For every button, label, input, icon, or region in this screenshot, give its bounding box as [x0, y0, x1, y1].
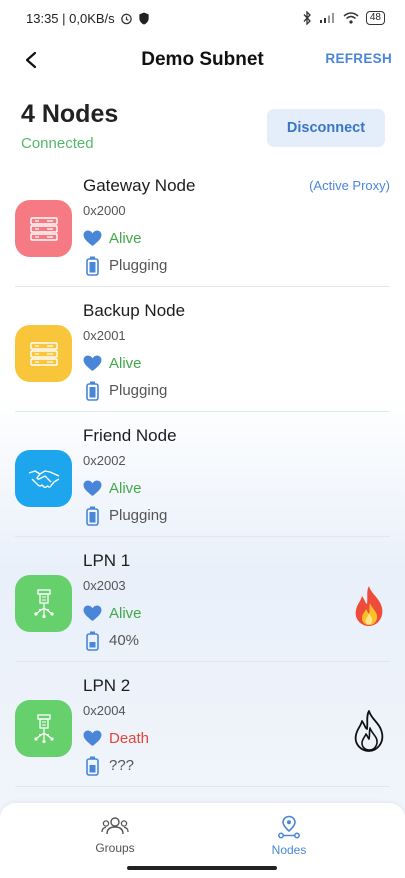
- node-name: Gateway Node: [83, 176, 196, 195]
- node-address: 0x2001: [83, 328, 126, 343]
- node-address: 0x2003: [83, 578, 126, 593]
- app-bar: Demo Subnet REFRESH: [0, 42, 405, 78]
- disconnect-button[interactable]: Disconnect: [267, 109, 385, 147]
- node-name: LPN 2: [83, 676, 131, 695]
- groups-icon: [101, 817, 129, 835]
- status-time: 13:35 | 0,0KB/s: [26, 10, 115, 26]
- node-icon-tile: [15, 700, 72, 757]
- node-power: Plugging: [109, 257, 168, 274]
- node-status: Death: [109, 730, 150, 747]
- battery-indicator: 48: [365, 11, 385, 25]
- heart-icon: [83, 355, 102, 372]
- signal-icon: [319, 13, 334, 23]
- battery-icon: [86, 256, 99, 276]
- node-item-lpn2[interactable]: LPN 2 0x2004 Death ???: [15, 662, 390, 787]
- node-status: Alive: [109, 605, 142, 622]
- tab-nodes[interactable]: Nodes: [249, 815, 329, 857]
- server-icon: [29, 341, 58, 366]
- battery-icon: [86, 381, 99, 401]
- tab-groups[interactable]: Groups: [75, 815, 155, 855]
- heart-icon: [83, 730, 102, 747]
- sensor-icon: [33, 713, 54, 743]
- wifi-icon: [343, 12, 359, 24]
- subnet-summary: 4 Nodes Connected: [21, 100, 118, 152]
- node-status: Alive: [109, 480, 142, 497]
- node-icon-tile: [15, 450, 72, 507]
- node-name: Backup Node: [83, 301, 186, 320]
- back-button[interactable]: [18, 47, 44, 73]
- nodes-icon: [278, 815, 300, 839]
- node-power: Plugging: [109, 382, 168, 399]
- active-proxy-label: (Active Proxy): [309, 178, 390, 193]
- node-power: Plugging: [109, 507, 168, 524]
- handshake-icon: [28, 469, 59, 488]
- node-status: Alive: [109, 230, 142, 247]
- server-icon: [29, 216, 58, 241]
- node-count: 4 Nodes: [21, 100, 119, 128]
- node-icon-tile: [15, 325, 72, 382]
- heart-icon: [83, 480, 102, 497]
- connection-status: Connected: [21, 135, 94, 152]
- battery-icon: [86, 756, 99, 776]
- node-icon-tile: [15, 200, 72, 257]
- tab-groups-label: Groups: [95, 841, 135, 855]
- sensor-icon: [33, 588, 54, 618]
- shield-icon: [139, 11, 149, 25]
- flame-icon[interactable]: [350, 585, 388, 627]
- node-address: 0x2004: [83, 703, 126, 718]
- heart-icon: [83, 605, 102, 622]
- node-address: 0x2002: [83, 453, 126, 468]
- flame-outline-icon[interactable]: [350, 710, 388, 752]
- node-item-backup[interactable]: Backup Node 0x2001 Alive Plugging: [15, 287, 390, 412]
- refresh-button[interactable]: REFRESH: [325, 51, 392, 66]
- page-title: Demo Subnet: [141, 49, 264, 70]
- heart-icon: [83, 230, 102, 247]
- back-arrow-icon: [25, 51, 37, 69]
- node-item-gateway[interactable]: Gateway Node 0x2000 Alive Plugging (Acti…: [15, 162, 390, 287]
- node-icon-tile: [15, 575, 72, 632]
- alarm-icon: [120, 13, 132, 24]
- node-name: Friend Node: [83, 426, 177, 445]
- battery-icon: [86, 506, 99, 526]
- node-item-friend[interactable]: Friend Node 0x2002 Alive Plugging: [15, 412, 390, 537]
- bluetooth-icon: [303, 11, 311, 25]
- node-list: Gateway Node 0x2000 Alive Plugging (Acti…: [0, 162, 405, 787]
- node-power: 40%: [109, 632, 140, 649]
- home-indicator: [127, 866, 277, 870]
- node-status: Alive: [109, 355, 142, 372]
- node-item-lpn1[interactable]: LPN 1 0x2003 Alive 40%: [15, 537, 390, 662]
- node-power: ???: [109, 757, 135, 774]
- node-address: 0x2000: [83, 203, 126, 218]
- battery-icon: [86, 631, 99, 651]
- status-bar: 13:35 | 0,0KB/s 48: [0, 0, 405, 36]
- node-name: LPN 1: [83, 551, 131, 570]
- tab-nodes-label: Nodes: [271, 843, 307, 857]
